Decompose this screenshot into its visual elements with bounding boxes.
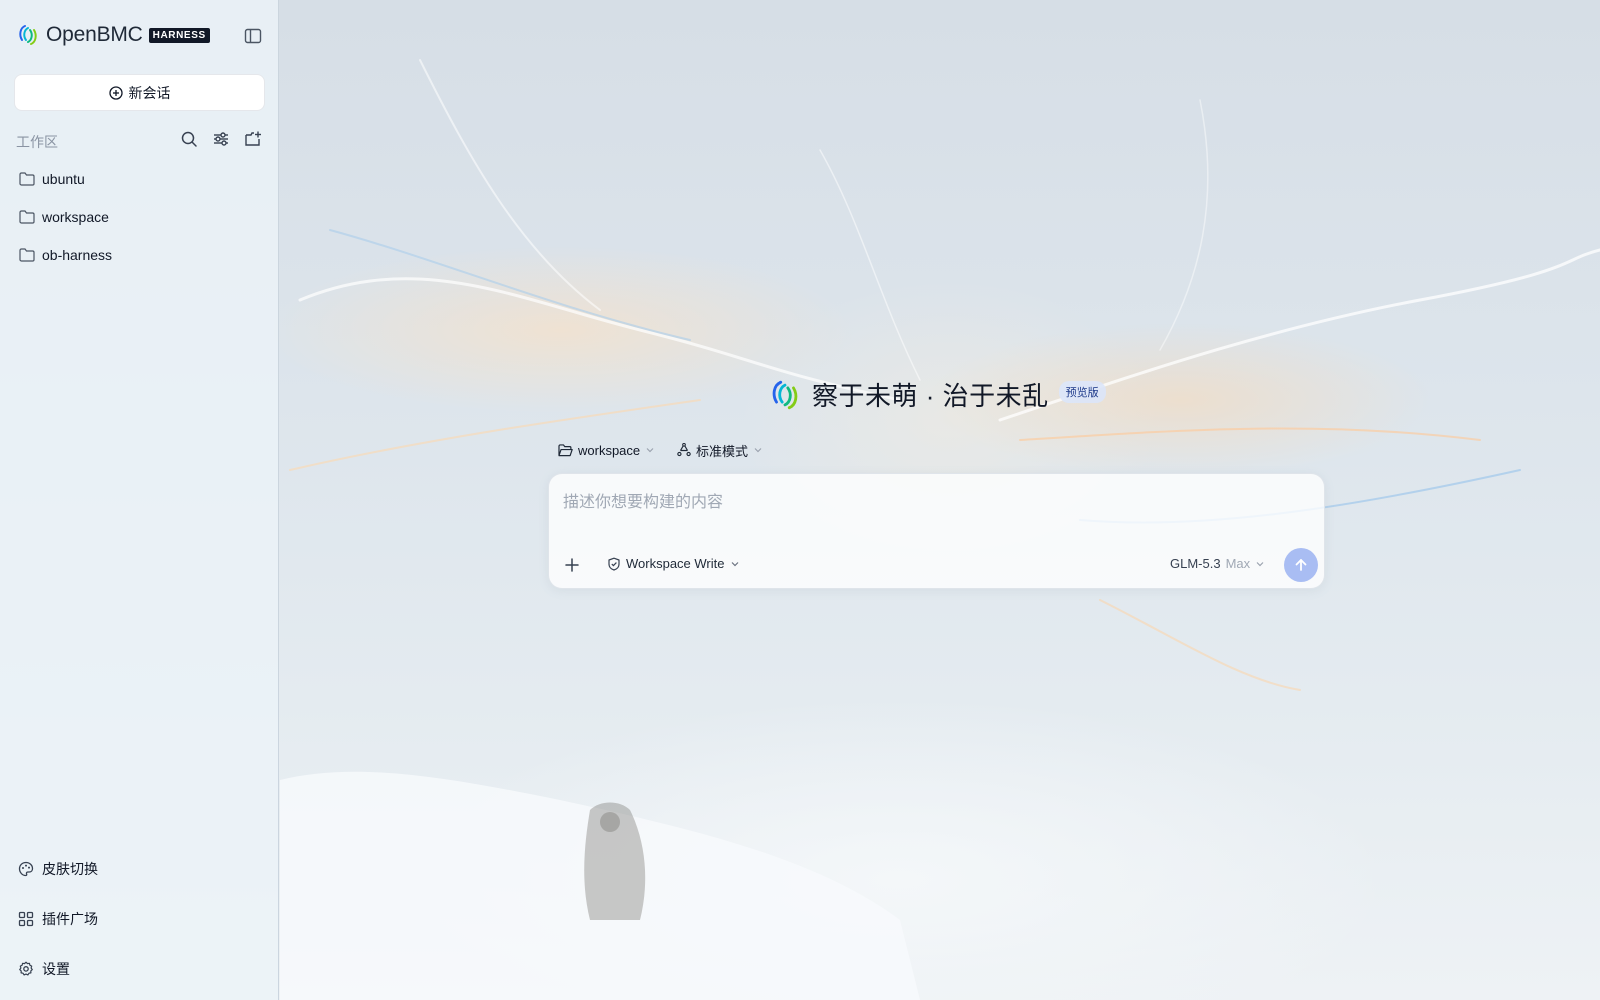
- brand-badge: HARNESS: [148, 27, 210, 43]
- folder-item[interactable]: workspace: [19, 205, 109, 229]
- add-folder-icon[interactable]: [244, 130, 262, 148]
- plus-circle-icon: [108, 85, 123, 100]
- search-icon[interactable]: [180, 130, 198, 148]
- shield-check-icon: [608, 557, 620, 571]
- openbmc-logo-icon: [19, 25, 37, 45]
- workspace-label: 工作区: [16, 134, 58, 150]
- filter-sliders-icon[interactable]: [212, 130, 230, 148]
- workspace-header: 工作区: [16, 130, 266, 150]
- permission-label: Workspace Write: [626, 556, 725, 571]
- folder-item[interactable]: ob-harness: [19, 243, 112, 267]
- recycle-mode-icon: [677, 443, 691, 457]
- model-selector[interactable]: GLM-5.3 Max: [1170, 556, 1265, 571]
- preview-badge: 预览版: [1058, 380, 1106, 403]
- model-name: GLM-5.3: [1170, 556, 1221, 571]
- palette-icon: [18, 861, 34, 877]
- permission-selector[interactable]: Workspace Write: [607, 556, 740, 571]
- chevron-down-icon: [731, 561, 738, 566]
- sidebar: OpenBMC HARNESS 新会话 工作区 ubuntu workspace…: [0, 0, 279, 1000]
- folder-icon: [19, 248, 35, 262]
- folder-item[interactable]: ubuntu: [19, 167, 85, 191]
- brand-name: OpenBMC: [46, 23, 143, 46]
- settings-button[interactable]: 设置: [18, 957, 70, 981]
- folder-open-icon: [558, 443, 573, 456]
- folder-label: workspace: [42, 209, 109, 225]
- folder-label: ubuntu: [42, 171, 85, 187]
- mode-selector-label: 标准模式: [696, 443, 749, 459]
- grid-icon: [18, 911, 34, 927]
- model-level: Max: [1225, 556, 1251, 571]
- plugin-market-label: 插件广场: [42, 911, 98, 927]
- brand[interactable]: OpenBMC HARNESS: [16, 22, 210, 48]
- folder-label: ob-harness: [42, 247, 113, 263]
- new-chat-button[interactable]: 新会话: [14, 74, 265, 111]
- send-button[interactable]: [1284, 548, 1318, 582]
- mode-selector[interactable]: 标准模式: [677, 440, 763, 460]
- openbmc-logo-icon: [772, 380, 798, 409]
- folder-icon: [19, 172, 35, 186]
- hero-title-row: 察于未萌 · 治于未乱 预览版: [768, 376, 1106, 413]
- workspace-selector[interactable]: workspace: [558, 440, 655, 460]
- plugin-market-button[interactable]: 插件广场: [18, 907, 98, 931]
- prompt-input[interactable]: [563, 488, 1303, 528]
- arrow-up-icon: [1295, 559, 1307, 571]
- settings-label: 设置: [42, 961, 70, 977]
- skin-switch-button[interactable]: 皮肤切换: [18, 857, 98, 881]
- chevron-down-icon: [1256, 561, 1264, 566]
- chevron-down-icon: [646, 448, 654, 453]
- folder-icon: [19, 210, 35, 224]
- gear-icon: [19, 961, 33, 976]
- chevron-down-icon: [754, 448, 762, 453]
- add-attachment-icon[interactable]: [561, 554, 583, 576]
- prompt-composer: Workspace Write GLM-5.3 Max: [548, 473, 1325, 589]
- hero-title: 察于未萌 · 治于未乱: [812, 381, 1049, 411]
- workspace-selector-label: workspace: [578, 442, 641, 458]
- sidebar-toggle-icon[interactable]: [244, 27, 262, 45]
- new-chat-label: 新会话: [128, 84, 171, 101]
- skin-switch-label: 皮肤切换: [42, 861, 98, 877]
